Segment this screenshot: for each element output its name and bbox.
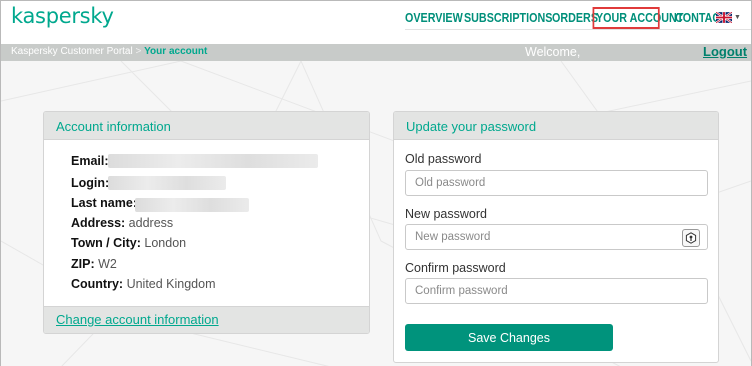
town-value: London xyxy=(144,236,187,250)
login-value-redacted xyxy=(108,176,226,190)
email-row: Email: xyxy=(71,154,109,168)
last-name-label: Last name: xyxy=(71,196,137,210)
nav-overview[interactable]: OVERVIEW xyxy=(405,11,463,25)
new-password-input[interactable] xyxy=(405,224,708,250)
breadcrumb-bar: Kaspersky Customer Portal > Your account… xyxy=(1,44,751,61)
uk-flag-icon[interactable] xyxy=(716,12,732,23)
nav-your-account[interactable]: YOUR ACCOUNT xyxy=(592,7,683,29)
zip-row: ZIP: W2 xyxy=(71,257,117,271)
login-label: Login: xyxy=(71,176,110,190)
nav-orders[interactable]: ORDERS xyxy=(552,11,598,25)
account-info-panel: Account information Email: Login: Last n… xyxy=(43,111,370,334)
zip-value: W2 xyxy=(98,257,117,271)
new-password-label: New password xyxy=(405,207,487,221)
login-row: Login: xyxy=(71,176,109,190)
account-info-title: Account information xyxy=(44,112,369,140)
account-info-footer: Change account information xyxy=(44,306,369,333)
kaspersky-logo[interactable]: kaspersky xyxy=(11,4,114,28)
old-password-label: Old password xyxy=(405,152,482,166)
welcome-text: Welcome, xyxy=(525,45,581,59)
country-value: United Kingdom xyxy=(126,277,216,291)
old-password-input[interactable] xyxy=(405,170,708,196)
update-password-title: Update your password xyxy=(394,112,718,140)
country-row: Country: United Kingdom xyxy=(71,277,216,291)
confirm-password-input[interactable] xyxy=(405,278,708,304)
main-nav: OVERVIEW SUBSCRIPTIONS ORDERS YOUR ACCOU… xyxy=(405,7,728,29)
nav-subscriptions[interactable]: SUBSCRIPTIONS xyxy=(464,11,552,25)
zip-label: ZIP: xyxy=(71,257,95,271)
confirm-password-label: Confirm password xyxy=(405,261,506,275)
chevron-down-icon[interactable]: ▼ xyxy=(734,14,741,21)
breadcrumb-current: Your account xyxy=(144,46,208,57)
change-account-info-link[interactable]: Change account information xyxy=(56,312,219,327)
nav-contact[interactable]: CONTACT xyxy=(675,11,727,25)
breadcrumb-root[interactable]: Kaspersky Customer Portal xyxy=(11,46,133,57)
breadcrumb-separator: > xyxy=(135,46,142,57)
save-changes-button[interactable]: Save Changes xyxy=(405,324,613,351)
address-row: Address: address xyxy=(71,216,173,230)
address-label: Address: xyxy=(71,216,126,230)
address-value: address xyxy=(128,216,174,230)
top-header: kaspersky OVERVIEW SUBSCRIPTIONS ORDERS … xyxy=(1,1,751,45)
nav-divider xyxy=(405,29,751,30)
country-label: Country: xyxy=(71,277,124,291)
town-label: Town / City: xyxy=(71,236,141,250)
last-name-row: Last name: xyxy=(71,196,137,210)
breadcrumb: Kaspersky Customer Portal > Your account xyxy=(11,46,207,57)
password-strength-icon[interactable] xyxy=(682,229,700,247)
town-row: Town / City: London xyxy=(71,236,186,250)
update-password-panel: Update your password Old password New pa… xyxy=(393,111,719,363)
logout-link[interactable]: Logout xyxy=(703,44,747,59)
last-name-value-redacted xyxy=(135,198,249,212)
email-value-redacted xyxy=(108,154,318,168)
email-label: Email: xyxy=(71,154,109,168)
